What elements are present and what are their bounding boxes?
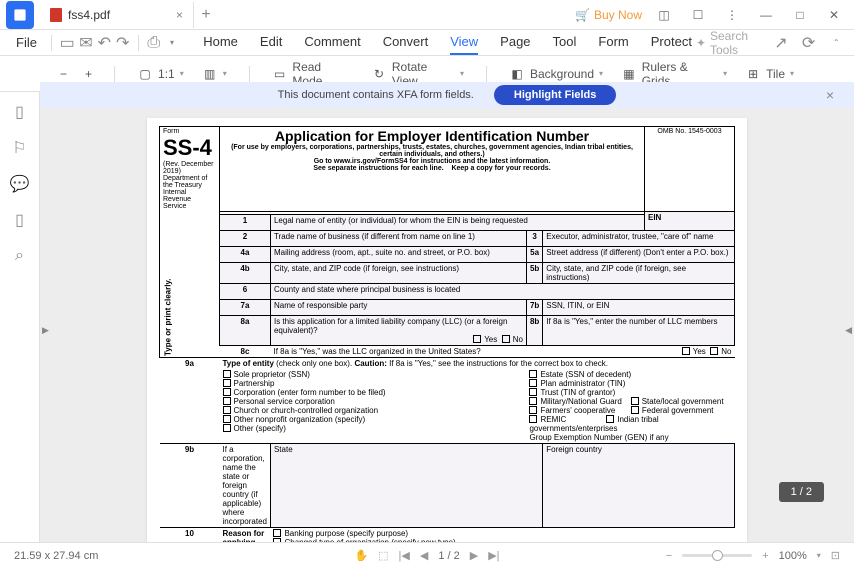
zoom-slider[interactable] [682,554,752,557]
search-tools[interactable]: ✦ Search Tools [696,29,761,57]
undo-icon[interactable]: ↶ [97,33,111,53]
hand-tool-icon[interactable]: ✋ [354,549,368,562]
infobar-message: This document contains XFA form fields. [278,89,474,101]
document-tab[interactable]: fss4.pdf × [40,2,194,28]
cloud-icon[interactable]: ⟳ [801,33,817,53]
search-icon[interactable]: ⌕ [10,246,30,266]
tab-convert[interactable]: Convert [383,30,429,55]
next-page-button[interactable]: ▶ [470,549,478,562]
titlebar: fss4.pdf × + 🛒 Buy Now ◫ ☐ ⋮ — □ ✕ [0,0,854,30]
tab-tool[interactable]: Tool [553,30,577,55]
page-dimensions: 21.59 x 27.94 cm [14,550,98,562]
mail-icon[interactable]: ✉ [79,33,93,53]
layout-button[interactable]: ▥▾ [202,66,227,82]
select-tool-icon[interactable]: ⬚ [378,549,388,562]
tab-title: fss4.pdf [68,8,110,22]
print-icon[interactable]: ⎙ [147,33,161,53]
zoom-caret[interactable]: ▾ [817,551,821,560]
share-icon[interactable]: ☐ [686,3,710,27]
xfa-infobar: This document contains XFA form fields. … [40,82,854,108]
statusbar: 21.59 x 27.94 cm ✋ ⬚ |◀ ◀ 1 / 2 ▶ ▶| − +… [0,542,854,568]
dropdown-icon[interactable]: ▾ [165,33,179,53]
zoom-out-button[interactable]: − [60,67,67,81]
buy-now-link[interactable]: 🛒 Buy Now [575,8,642,22]
maximize-button[interactable]: □ [788,3,812,27]
menubar: File ▭ ✉ ↶ ↷ ⎙ ▾ Home Edit Comment Conve… [0,30,854,56]
bookmark-icon[interactable]: ⚐ [10,138,30,158]
prev-page-button[interactable]: ◀ [420,549,428,562]
attachments-icon[interactable]: ▯ [10,210,30,230]
new-tab-button[interactable]: + [194,6,218,24]
fit-page-icon[interactable]: ⊡ [831,549,840,562]
document-viewport[interactable]: ▶ ◀ Form SS-4 (Rev. December 2019) Depar… [40,108,854,542]
app-logo[interactable] [6,1,34,29]
left-sidebar: ▯ ⚐ 💬 ▯ ⌕ [0,92,40,542]
last-page-button[interactable]: ▶| [488,549,499,562]
tab-protect[interactable]: Protect [651,30,692,55]
zoom-in-status[interactable]: + [762,550,768,562]
tab-edit[interactable]: Edit [260,30,282,55]
tile-button[interactable]: ⊞Tile▾ [745,66,794,82]
save-icon[interactable]: ▭ [60,33,75,53]
more-icon[interactable]: ⋮ [720,3,744,27]
expand-left-icon[interactable]: ▶ [42,325,49,336]
notify-icon[interactable]: ◫ [652,3,676,27]
zoom-level[interactable]: 100% [779,550,807,562]
infobar-close-icon[interactable]: × [826,87,834,103]
comments-icon[interactable]: 💬 [10,174,30,194]
expand-right-icon[interactable]: ◀ [845,325,852,336]
minimize-button[interactable]: — [754,3,778,27]
tab-home[interactable]: Home [203,30,238,55]
pdf-page: Form SS-4 (Rev. December 2019) Departmen… [147,118,747,542]
page-number-input[interactable]: 1 / 2 [438,550,459,562]
first-page-button[interactable]: |◀ [399,549,410,562]
open-external-icon[interactable]: ↗ [773,33,789,53]
background-button[interactable]: ◧Background▾ [509,66,603,82]
collapse-icon[interactable]: ⌃ [828,33,844,53]
redo-icon[interactable]: ↷ [115,33,129,53]
zoom-out-status[interactable]: − [666,550,672,562]
close-button[interactable]: ✕ [822,3,846,27]
pdf-icon [50,8,62,22]
zoom-in-button[interactable]: + [85,67,92,81]
file-menu[interactable]: File [10,35,43,50]
tab-comment[interactable]: Comment [304,30,360,55]
thumbnails-icon[interactable]: ▯ [10,102,30,122]
tab-page[interactable]: Page [500,30,530,55]
tab-close-icon[interactable]: × [176,8,183,22]
page-indicator-badge: 1 / 2 [779,482,824,502]
tab-form[interactable]: Form [598,30,628,55]
highlight-fields-button[interactable]: Highlight Fields [494,85,617,105]
main-tabs: Home Edit Comment Convert View Page Tool… [203,30,692,55]
tab-view[interactable]: View [450,30,478,55]
fit-button[interactable]: ▢1:1▾ [137,66,184,82]
